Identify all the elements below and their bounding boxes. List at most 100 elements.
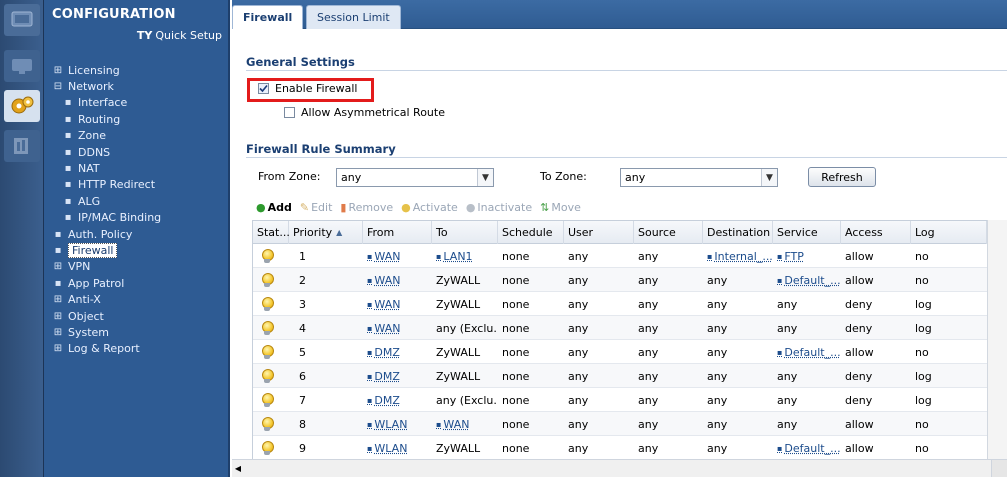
active-bulb-icon[interactable] [261, 393, 274, 407]
priority-cell: 9 [289, 436, 363, 460]
table-row[interactable]: 8 ▪ WLAN ▪ WAN none any any any any allow no [253, 412, 1006, 436]
object-link[interactable]: ▪ WLAN [367, 418, 407, 431]
status-cell [253, 412, 289, 436]
sidebar-item-object[interactable]: ⊞ Object [52, 308, 104, 324]
object-link[interactable]: ▪ WAN [436, 418, 469, 431]
inactivate-button[interactable]: ● Inactivate [466, 201, 532, 214]
col-access[interactable]: Access [841, 221, 911, 244]
object-link[interactable]: ▪ WAN [367, 298, 400, 311]
priority-value: 6 [299, 369, 306, 383]
table-row[interactable]: 7 ▪ DMZ any (Exclu... none any any any any deny lo… [253, 388, 1006, 412]
sidebar-item-alg[interactable]: ▪ ALG [62, 193, 101, 209]
refresh-button[interactable]: Refresh [808, 167, 876, 187]
col-from[interactable]: From [363, 221, 432, 244]
monitor-icon[interactable] [4, 50, 40, 82]
active-bulb-icon[interactable] [261, 297, 274, 311]
bullet-icon: ▪ [64, 146, 72, 158]
priority-value: 8 [299, 417, 306, 431]
to-zone-select[interactable]: any ▼ [620, 168, 778, 187]
tab-firewall[interactable]: Firewall [232, 5, 304, 29]
active-bulb-icon[interactable] [261, 273, 274, 287]
col-destination[interactable]: Destination [703, 221, 773, 244]
sidebar-item-anti-x[interactable]: ⊞ Anti-X [52, 292, 101, 308]
sidebar-item-ddns[interactable]: ▪ DDNS [62, 144, 111, 160]
object-link[interactable]: ▪ Default_... [777, 274, 841, 287]
trash-icon: ▮ [340, 200, 347, 214]
sidebar-item-app-patrol[interactable]: ▪ App Patrol [52, 275, 125, 291]
col-to[interactable]: To [432, 221, 498, 244]
remove-button[interactable]: ▮ Remove [340, 201, 393, 214]
quick-setup-link[interactable]: TY Quick Setup [137, 29, 222, 42]
table-row[interactable]: 2 ▪ WAN ZyWALL none any any any ▪ Default_... allo… [253, 268, 1006, 292]
schedule-cell: none [498, 268, 564, 292]
sidebar-item-nat[interactable]: ▪ NAT [62, 160, 100, 176]
expand-icon: ⊞ [53, 261, 63, 273]
col-user[interactable]: User [564, 221, 634, 244]
table-row[interactable]: 1 ▪ WAN ▪ LAN1 none any any ▪ Internal_... ▪ FTP all… [253, 244, 1006, 268]
table-row[interactable]: 4 ▪ WAN any (Exclu... none any any any any deny lo… [253, 316, 1006, 340]
from-zone-select[interactable]: any ▼ [336, 168, 494, 187]
configuration-gears-icon[interactable] [4, 90, 40, 122]
object-link[interactable]: ▪ WAN [367, 250, 400, 263]
vertical-scrollbar[interactable] [987, 220, 1007, 459]
table-row[interactable]: 6 ▪ DMZ ZyWALL none any any any any deny log [253, 364, 1006, 388]
object-link[interactable]: ▪ LAN1 [436, 250, 473, 263]
sidebar-item-firewall[interactable]: ▪ Firewall [52, 242, 118, 258]
col-status[interactable]: Stat... [253, 221, 290, 244]
active-bulb-icon[interactable] [261, 321, 274, 335]
object-link[interactable]: ▪ DMZ [367, 394, 400, 407]
horizontal-scrollbar[interactable]: ◀ [232, 459, 1007, 477]
sidebar-item-log-report[interactable]: ⊞ Log & Report [52, 341, 140, 357]
allow-asymmetrical-checkbox[interactable] [284, 107, 295, 118]
active-bulb-icon[interactable] [261, 249, 274, 263]
active-bulb-icon[interactable] [261, 369, 274, 383]
sidebar-item-ip-mac-binding[interactable]: ▪ IP/MAC Binding [62, 210, 162, 226]
sidebar-item-vpn[interactable]: ⊞ VPN [52, 259, 91, 275]
active-bulb-icon[interactable] [261, 417, 274, 431]
object-link[interactable]: ▪ FTP [777, 250, 804, 263]
active-bulb-icon[interactable] [261, 441, 274, 455]
object-link[interactable]: ▪ Default_... [777, 442, 841, 455]
object-link[interactable]: ▪ Internal_... [707, 250, 773, 263]
table-row[interactable]: 5 ▪ DMZ ZyWALL none any any any ▪ Default_... allo… [253, 340, 1006, 364]
table-row[interactable]: 9 ▪ WLAN ZyWALL none any any any ▪ Default_... all… [253, 436, 1006, 460]
sidebar-item-routing[interactable]: ▪ Routing [62, 111, 121, 127]
add-button[interactable]: ● Add [256, 201, 292, 214]
col-source[interactable]: Source [634, 221, 703, 244]
object-link[interactable]: ▪ Default_... [777, 346, 841, 359]
col-service[interactable]: Service [773, 221, 841, 244]
service-cell: any [773, 388, 841, 412]
maintenance-icon[interactable] [4, 130, 40, 162]
sidebar-item-http-redirect[interactable]: ▪ HTTP Redirect [62, 177, 155, 193]
move-button[interactable]: ⇅ Move [540, 201, 581, 214]
active-bulb-icon[interactable] [261, 345, 274, 359]
schedule-value: none [502, 393, 530, 407]
sidebar-item-licensing[interactable]: ⊞ Licensing [52, 62, 120, 78]
sidebar-item-system[interactable]: ⊞ System [52, 324, 109, 340]
object-link[interactable]: ▪ DMZ [367, 370, 400, 383]
table-row[interactable]: 3 ▪ WAN ZyWALL none any any any any deny log [253, 292, 1006, 316]
scroll-left-arrow-icon[interactable]: ◀ [232, 460, 244, 477]
object-link[interactable]: ▪ WAN [367, 322, 400, 335]
service-cell: any [773, 364, 841, 388]
tab-session-limit[interactable]: Session Limit [306, 5, 401, 29]
object-link[interactable]: ▪ DMZ [367, 346, 400, 359]
col-priority[interactable]: Priority ▲ [289, 221, 363, 244]
activate-button[interactable]: ● Activate [401, 201, 458, 214]
dashboard-icon[interactable] [4, 4, 40, 36]
to-value: any (Exclu... [436, 393, 498, 407]
edit-button[interactable]: ✎ Edit [300, 201, 333, 214]
sidebar-item-network[interactable]: ⊟ Network [52, 78, 114, 94]
source-value: any [638, 249, 659, 263]
sidebar-item-label: App Patrol [68, 276, 125, 290]
sidebar-item-auth-policy[interactable]: ▪ Auth. Policy [52, 226, 133, 242]
object-link[interactable]: ▪ WLAN [367, 442, 407, 455]
col-schedule[interactable]: Schedule [498, 221, 564, 244]
status-cell [253, 340, 289, 364]
sidebar-item-zone[interactable]: ▪ Zone [62, 128, 106, 144]
scroll-right-arrow-icon[interactable] [991, 460, 1007, 477]
sidebar-item-label: IP/MAC Binding [78, 211, 162, 225]
sidebar-item-interface[interactable]: ▪ Interface [62, 95, 128, 111]
col-log[interactable]: Log [911, 221, 987, 244]
object-link[interactable]: ▪ WAN [367, 274, 400, 287]
